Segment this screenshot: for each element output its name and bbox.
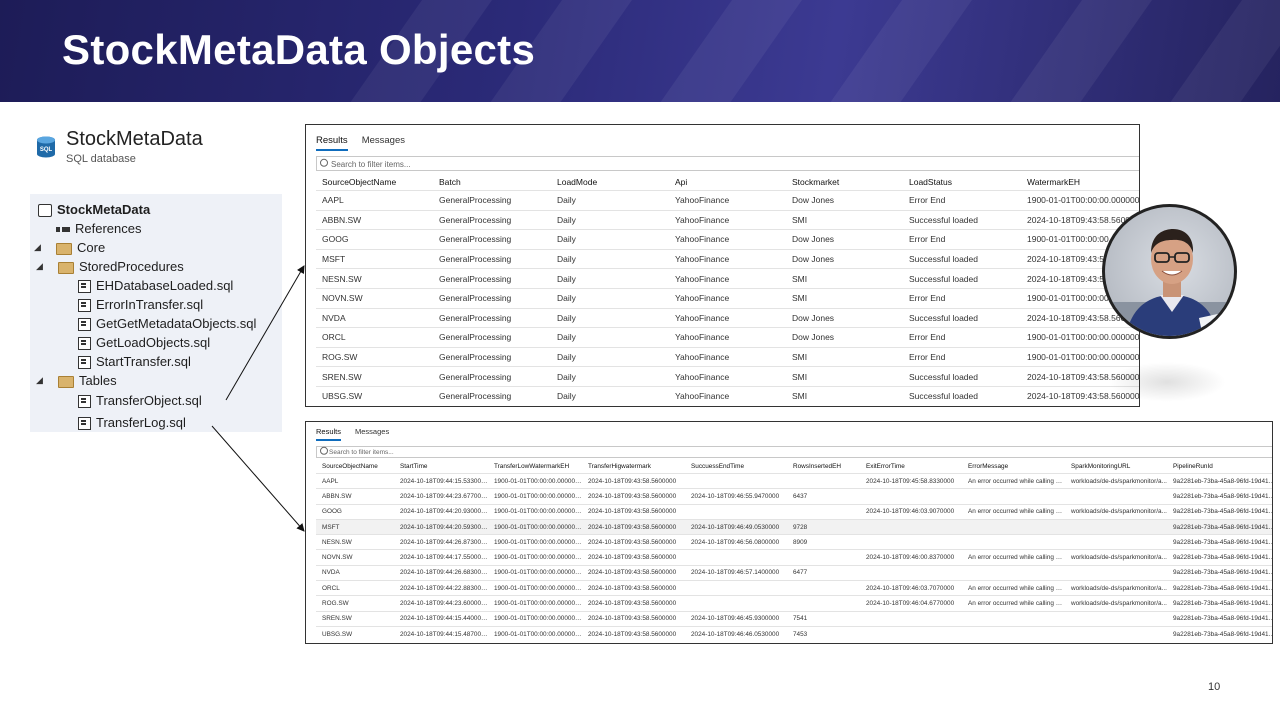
arrow-to-transfer-log [211, 425, 305, 532]
page-number: 10 [1208, 681, 1221, 693]
connector-arrows [211, 265, 305, 532]
photo-shadow [1108, 362, 1226, 402]
arrow-to-transfer-object [225, 265, 305, 401]
presenter-photo [1102, 204, 1237, 339]
